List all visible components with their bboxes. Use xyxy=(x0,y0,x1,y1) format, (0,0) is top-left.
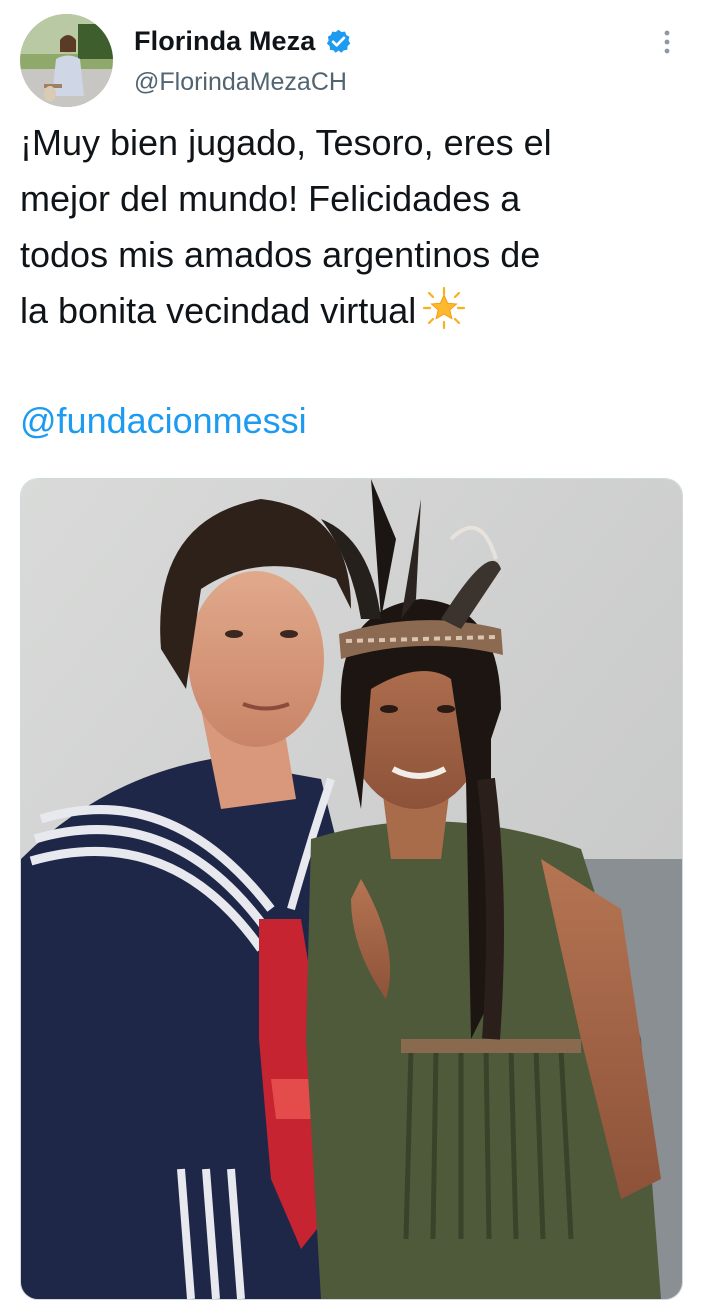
tweet-text: ¡Muy bien jugado, Tesoro, eres el mejor … xyxy=(20,115,685,346)
tweet-text-line: mejor del mundo! Felicidades a xyxy=(20,178,521,219)
author-name-row: Florinda Meza xyxy=(134,24,352,58)
author-avatar[interactable] xyxy=(20,14,113,107)
tweet-text-line: la bonita vecindad virtual xyxy=(20,290,417,331)
tweet-photo[interactable] xyxy=(20,478,683,1300)
tweet: Florinda Meza @FlorindaMezaCH ¡Muy bien … xyxy=(0,0,701,1300)
verified-badge-icon xyxy=(325,28,352,55)
tweet-text-line: ¡Muy bien jugado, Tesoro, eres el xyxy=(20,122,552,163)
tweet-text-line-last: la bonita vecindad virtual xyxy=(20,283,685,346)
author-display-name[interactable]: Florinda Meza xyxy=(134,26,315,57)
mention-link[interactable]: @fundacionmessi xyxy=(20,393,307,449)
tweet-text-line: todos mis amados argentinos de xyxy=(20,234,541,275)
sparkle-star-emoji xyxy=(422,286,466,346)
more-options-icon[interactable] xyxy=(654,28,680,56)
author-handle[interactable]: @FlorindaMezaCH xyxy=(134,68,347,97)
